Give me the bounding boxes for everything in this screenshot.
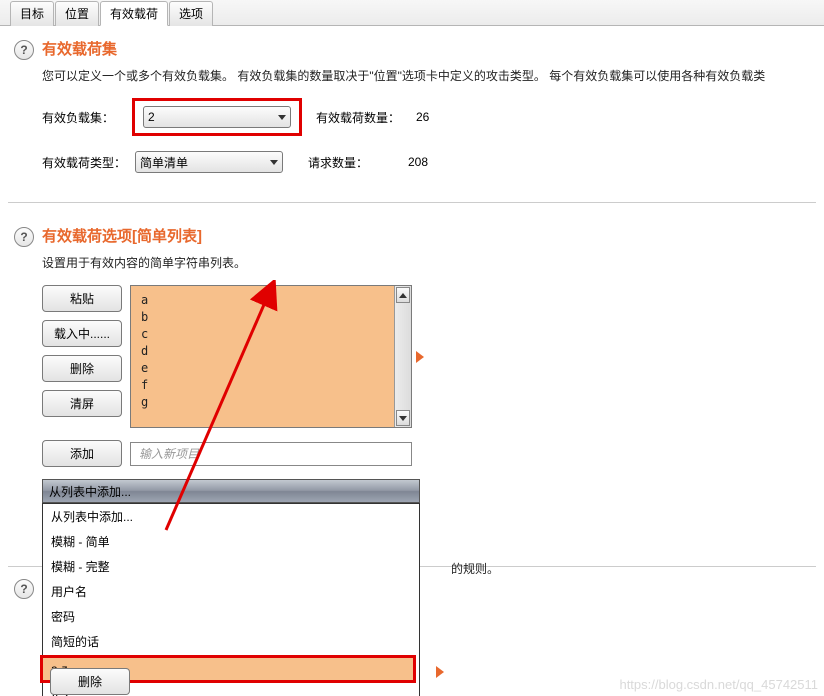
section1-desc: 您可以定义一个或多个有效负载集。 有效负载集的数量取决于"位置"选项卡中定义的攻… — [42, 67, 810, 84]
dropdown-item[interactable]: 模糊 - 完整 — [43, 554, 419, 579]
request-count-value: 208 — [408, 155, 448, 169]
clear-button[interactable]: 清屏 — [42, 390, 122, 417]
tab-options[interactable]: 选项 — [169, 1, 213, 26]
top-tabs: 目标 位置 有效载荷 选项 — [0, 0, 824, 26]
marker-icon — [436, 666, 444, 678]
request-count-label: 请求数量： — [308, 154, 408, 171]
dropdown-item[interactable]: 简短的话 — [43, 629, 419, 654]
payload-set-label: 有效负载集： — [42, 109, 132, 126]
payload-options-section: ? 有效载荷选项[简单列表] 设置用于有效内容的简单字符串列表。 粘贴 载入中.… — [0, 213, 824, 696]
payload-set-select[interactable]: 2 — [143, 106, 291, 128]
payload-count-value: 26 — [416, 110, 456, 124]
add-button[interactable]: 添加 — [42, 440, 122, 467]
payload-sets-section: ? 有效载荷集 您可以定义一个或多个有效负载集。 有效负载集的数量取决于"位置"… — [0, 26, 824, 192]
payload-type-label: 有效载荷类型： — [42, 154, 132, 171]
scroll-up-button[interactable] — [396, 287, 410, 303]
dropdown-item[interactable]: 用户名 — [43, 579, 419, 604]
dropdown-item[interactable]: 从列表中添加... — [43, 504, 419, 529]
delete-rule-button[interactable]: 删除 — [50, 668, 130, 695]
chevron-down-icon — [278, 115, 286, 120]
marker-icon — [416, 351, 424, 363]
chevron-down-icon — [270, 160, 278, 165]
help-icon[interactable]: ? — [14, 40, 34, 60]
payload-list[interactable]: a b c d e f g — [130, 285, 412, 428]
highlight-box-1: 2 — [132, 98, 302, 136]
tab-payload[interactable]: 有效载荷 — [100, 1, 168, 26]
load-button[interactable]: 载入中...... — [42, 320, 122, 347]
new-item-input[interactable]: 输入新项目 — [130, 442, 412, 466]
scroll-down-button[interactable] — [396, 410, 410, 426]
payload-list-items: a b c d e f g — [131, 286, 411, 417]
payload-type-select[interactable]: 简单清单 — [135, 151, 283, 173]
delete-button[interactable]: 删除 — [42, 355, 122, 382]
section2-title: 有效载荷选项[简单列表] — [42, 221, 810, 246]
rule-text-fragment: 的规则。 — [451, 560, 499, 577]
help-icon[interactable]: ? — [14, 579, 34, 599]
add-from-list-dropdown: 从列表中添加... 从列表中添加...模糊 - 简单模糊 - 完整用户名密码简短… — [42, 479, 810, 696]
section2-desc: 设置用于有效内容的简单字符串列表。 — [42, 254, 810, 271]
help-icon[interactable]: ? — [14, 227, 34, 247]
paste-button[interactable]: 粘贴 — [42, 285, 122, 312]
dropdown-item[interactable]: 密码 — [43, 604, 419, 629]
payload-set-value: 2 — [148, 110, 155, 124]
dropdown-header[interactable]: 从列表中添加... — [42, 479, 420, 503]
divider — [8, 202, 816, 203]
payload-count-label: 有效载荷数量： — [316, 109, 416, 126]
tab-target[interactable]: 目标 — [10, 1, 54, 26]
payload-type-value: 简单清单 — [140, 154, 188, 171]
section1-title: 有效载荷集 — [42, 34, 810, 59]
tab-position[interactable]: 位置 — [55, 1, 99, 26]
dropdown-item[interactable]: 模糊 - 简单 — [43, 529, 419, 554]
scrollbar[interactable] — [394, 286, 411, 427]
dropdown-header-text: 从列表中添加... — [49, 483, 131, 500]
watermark: https://blog.csdn.net/qq_45742511 — [619, 677, 818, 692]
